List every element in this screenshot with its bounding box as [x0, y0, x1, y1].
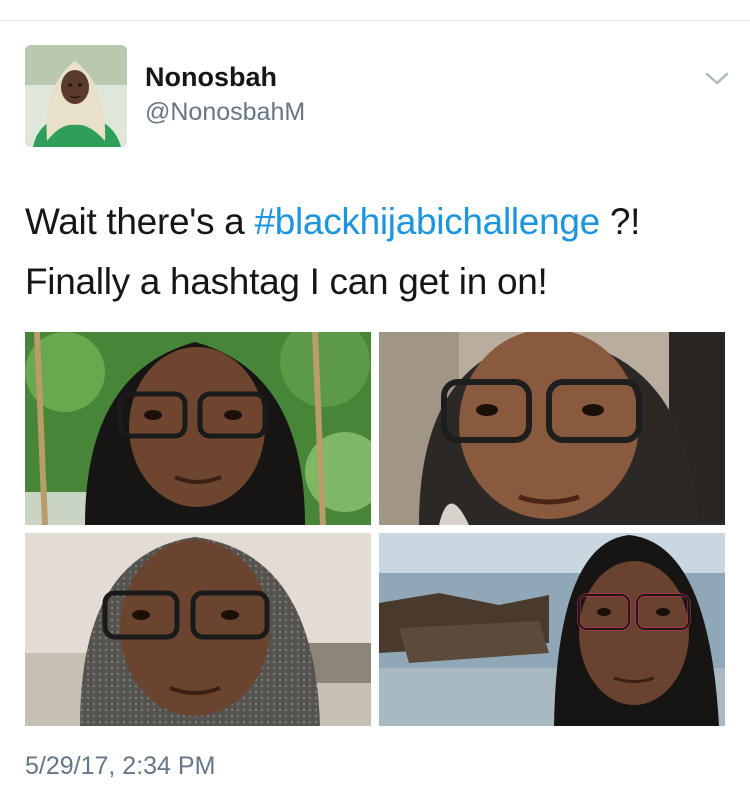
tweet-text: Wait there's a #blackhijabichallenge ?! … [25, 192, 725, 312]
tweet-timestamp[interactable]: 5/29/17, 2:34 PM [25, 752, 215, 781]
hashtag-link[interactable]: #blackhijabichallenge [254, 201, 600, 242]
tweet-photo-2[interactable] [379, 332, 725, 525]
avatar[interactable] [25, 45, 127, 147]
tweet-photo-1[interactable] [25, 332, 371, 525]
tweet-photo-3[interactable] [25, 533, 371, 726]
chevron-down-icon[interactable] [704, 70, 730, 88]
top-divider [0, 20, 750, 21]
tweet-photo-4[interactable] [379, 533, 725, 726]
tweet-text-before: Wait there's a [25, 201, 255, 242]
author-name[interactable]: Nonosbah [145, 62, 277, 93]
author-handle[interactable]: @NonosbahM [145, 98, 305, 127]
